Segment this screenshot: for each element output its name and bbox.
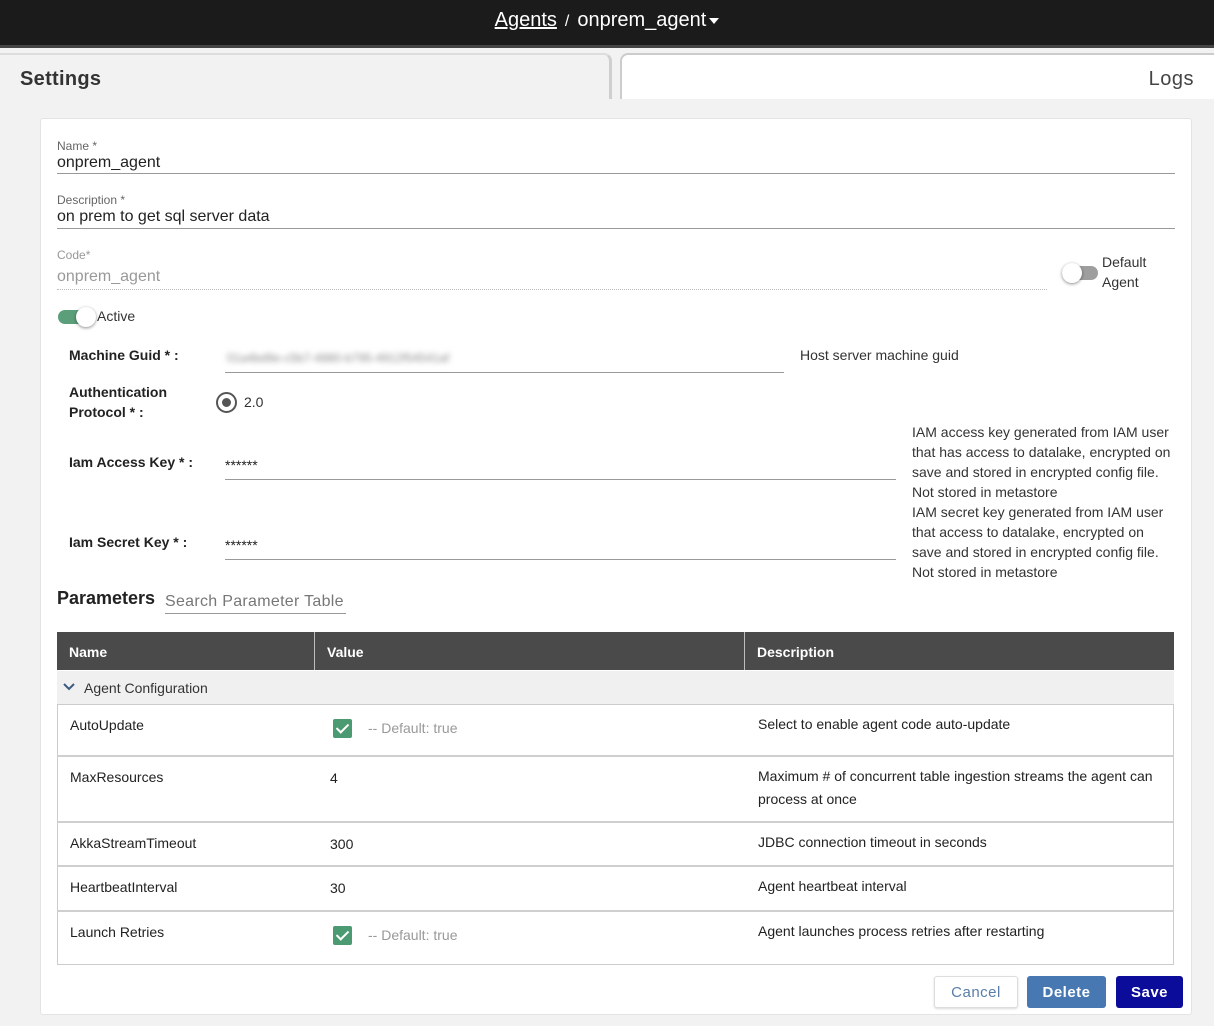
cancel-button[interactable]: Cancel: [934, 976, 1018, 1008]
parameters-title: Parameters: [57, 588, 156, 608]
save-button[interactable]: Save: [1116, 976, 1183, 1008]
breadcrumb-separator: /: [564, 13, 570, 30]
param-description: JDBC connection timeout in seconds: [758, 834, 987, 850]
breadcrumb-current: onprem_agent: [577, 9, 707, 31]
code-value: onprem_agent: [57, 268, 161, 285]
toggle-knob: [76, 307, 96, 327]
auth-protocol-label-line2: Protocol * :: [69, 404, 144, 420]
toggle-knob: [1062, 263, 1082, 283]
auth-protocol-label-line1: Authentication: [69, 384, 167, 400]
help-line: IAM access key generated from IAM user: [912, 424, 1169, 440]
group-row-agent-configuration[interactable]: Agent Configuration: [57, 671, 1174, 704]
breadcrumb-agents-link[interactable]: Agents: [495, 9, 557, 31]
group-label: Agent Configuration: [84, 680, 208, 696]
description-value: on prem to get sql server data: [57, 208, 270, 225]
iam-access-key-label: Iam Access Key * :: [69, 454, 193, 470]
tab-logs-label: Logs: [1148, 68, 1194, 90]
column-header-description[interactable]: Description: [757, 644, 834, 660]
iam-secret-key-label: Iam Secret Key * :: [69, 534, 188, 550]
param-name: AkkaStreamTimeout: [70, 835, 197, 851]
chevron-down-icon[interactable]: [63, 679, 75, 695]
iam-access-key-input[interactable]: ******: [225, 454, 896, 480]
tab-logs[interactable]: Logs: [620, 53, 1214, 99]
tab-settings[interactable]: Settings: [0, 53, 612, 99]
description-label: Description *: [57, 193, 126, 207]
help-line: save and stored in encrypted config file…: [912, 544, 1159, 560]
param-name: AutoUpdate: [70, 717, 144, 733]
name-value: onprem_agent: [57, 154, 161, 171]
table-row: AutoUpdate -- Default: true Select to en…: [57, 704, 1174, 757]
machine-guid-label: Machine Guid * :: [69, 347, 179, 363]
breadcrumb: Agents / onprem_agent: [0, 9, 1214, 32]
help-line: that access to datalake, encrypted on: [912, 524, 1144, 540]
machine-guid-help: Host server machine guid: [800, 347, 959, 363]
iam-access-key-help: IAM access key generated from IAM user t…: [912, 422, 1170, 502]
column-header-name[interactable]: Name: [69, 644, 107, 660]
help-line: IAM secret key generated from IAM user: [912, 504, 1164, 520]
param-description: Maximum # of concurrent table ingestion …: [758, 768, 1153, 807]
name-field[interactable]: Name * onprem_agent: [57, 139, 1175, 174]
help-line: that has access to datalake, encrypted o…: [912, 444, 1171, 460]
column-divider: [314, 632, 315, 670]
parameter-search-input[interactable]: Search Parameter Table: [165, 593, 346, 614]
column-header-value[interactable]: Value: [327, 644, 364, 660]
name-label: Name *: [57, 139, 98, 153]
param-name: MaxResources: [70, 769, 164, 785]
column-divider: [744, 632, 745, 670]
help-line: Not stored in metastore: [912, 564, 1058, 580]
code-label: Code*: [57, 248, 91, 262]
launch-retries-checkbox[interactable]: [333, 926, 352, 945]
delete-button[interactable]: Delete: [1027, 976, 1106, 1008]
param-value[interactable]: 30: [330, 880, 346, 896]
caret-down-icon: [709, 17, 720, 24]
machine-guid-value: 01a4bd9e-c5b7-4880-b795-4912f54541af: [227, 351, 450, 365]
auth-protocol-label: Authentication Protocol * :: [69, 382, 167, 422]
param-name: Launch Retries: [70, 924, 165, 940]
table-row: Launch Retries -- Default: true Agent la…: [57, 912, 1174, 965]
param-description: Agent heartbeat interval: [758, 878, 907, 894]
iam-secret-key-help: IAM secret key generated from IAM user t…: [912, 502, 1163, 582]
param-default: -- Default: true: [368, 720, 458, 736]
auth-protocol-radio[interactable]: [216, 392, 237, 413]
default-agent-toggle[interactable]: [1062, 263, 1098, 283]
code-field: Code* onprem_agent: [57, 248, 1047, 290]
default-agent-label-line1: Default: [1102, 254, 1147, 270]
parameters-table-header: Name Value Description: [57, 632, 1174, 670]
param-name: HeartbeatInterval: [70, 879, 178, 895]
iam-access-key-value: ******: [225, 457, 258, 473]
iam-secret-key-input[interactable]: ******: [225, 534, 896, 560]
param-value[interactable]: 4: [330, 770, 338, 786]
iam-secret-key-value: ******: [225, 537, 258, 553]
description-field[interactable]: Description * on prem to get sql server …: [57, 193, 1175, 229]
help-line: save and stored in encrypted config file…: [912, 464, 1159, 480]
tab-settings-label: Settings: [20, 68, 102, 90]
agent-selector[interactable]: onprem_agent: [577, 9, 720, 31]
default-agent-label: Default Agent: [1102, 252, 1146, 292]
table-row: HeartbeatInterval 30 Agent heartbeat int…: [57, 867, 1174, 912]
active-toggle[interactable]: [58, 307, 96, 327]
table-row: AkkaStreamTimeout 300 JDBC connection ti…: [57, 823, 1174, 867]
top-bar: Agents / onprem_agent: [0, 0, 1214, 48]
active-label: Active: [97, 308, 136, 324]
table-row: MaxResources 4 Maximum # of concurrent t…: [57, 757, 1174, 823]
help-line: Not stored in metastore: [912, 484, 1058, 500]
machine-guid-input[interactable]: 01a4bd9e-c5b7-4880-b795-4912f54541af: [225, 345, 784, 373]
param-description: Agent launches process retries after res…: [758, 923, 1045, 939]
auth-protocol-option: 2.0: [244, 394, 264, 410]
param-description: Select to enable agent code auto-update: [758, 716, 1011, 732]
autoupdate-checkbox[interactable]: [333, 719, 352, 738]
default-agent-label-line2: Agent: [1102, 274, 1139, 290]
param-default: -- Default: true: [368, 927, 458, 943]
param-value[interactable]: 300: [330, 836, 353, 852]
